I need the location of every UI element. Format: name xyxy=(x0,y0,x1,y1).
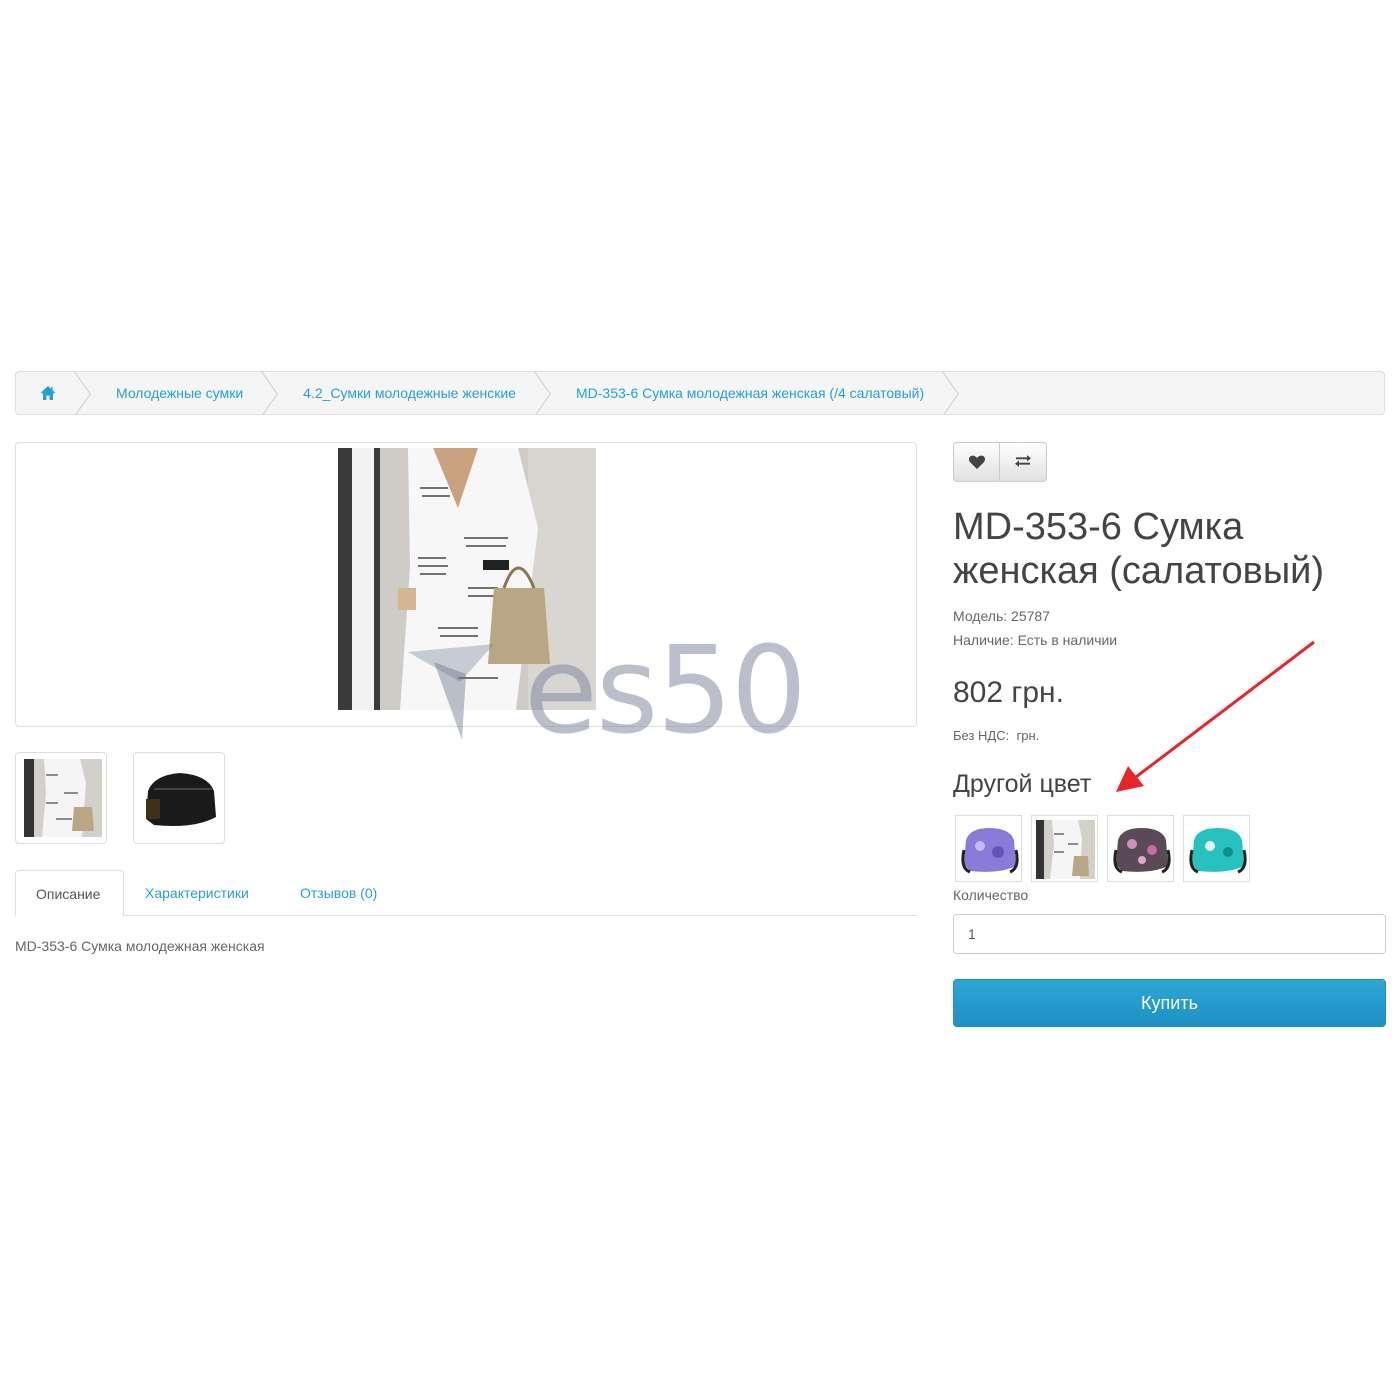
red-arrow-annotation xyxy=(1116,640,1315,792)
price-ex-tax: Без НДС: грн. xyxy=(953,728,1039,743)
tab-description[interactable]: Описание xyxy=(15,870,124,917)
product-tabs: Описание Характеристики Отзывов (0) xyxy=(15,870,917,917)
exchange-icon xyxy=(1015,455,1031,467)
product-action-buttons xyxy=(953,442,1047,482)
product-price: 802 грн. xyxy=(953,676,1064,709)
model-value: 25787 xyxy=(1011,608,1050,624)
quantity-label: Количество xyxy=(953,887,1029,903)
product-model: Модель: 25787 xyxy=(953,608,1050,624)
tab-specifications[interactable]: Характеристики xyxy=(125,870,269,916)
model-label: Модель: xyxy=(953,608,1008,624)
tax-label: Без НДС: xyxy=(953,728,1010,743)
breadcrumb-item-youth-women-bags[interactable]: 4.2_Сумки молодежные женские xyxy=(277,372,550,414)
color-swatch-purple[interactable] xyxy=(955,815,1022,882)
wishlist-button[interactable] xyxy=(953,442,1000,482)
color-swatch-pink[interactable] xyxy=(1107,815,1174,882)
breadcrumb: Молодежные сумки 4.2_Сумки молодежные же… xyxy=(15,371,1385,415)
quantity-input[interactable] xyxy=(953,914,1386,954)
other-color-heading: Другой цвет xyxy=(953,770,1092,798)
thumbnail-black-bag[interactable] xyxy=(133,752,225,844)
compare-button[interactable] xyxy=(1000,442,1047,482)
home-icon xyxy=(41,386,55,400)
availability-label: Наличие: xyxy=(953,632,1014,648)
watermark-text: es50 xyxy=(524,622,807,761)
heart-icon xyxy=(968,455,985,469)
color-swatch-turquoise[interactable] xyxy=(1183,815,1250,882)
color-swatch-dress[interactable] xyxy=(1031,815,1098,882)
product-availability: Наличие: Есть в наличии xyxy=(953,632,1117,648)
availability-value: Есть в наличии xyxy=(1017,632,1118,648)
thumbnail-dress[interactable] xyxy=(15,752,107,844)
tax-value: грн. xyxy=(1016,728,1040,743)
breadcrumb-home[interactable] xyxy=(16,372,90,414)
tab-reviews[interactable]: Отзывов (0) xyxy=(280,870,397,916)
breadcrumb-item-youth-bags[interactable]: Молодежные сумки xyxy=(90,372,277,414)
product-description: MD-353-6 Сумка молодежная женская xyxy=(15,938,265,954)
breadcrumb-item-product[interactable]: MD-353-6 Сумка молодежная женская (/4 са… xyxy=(550,372,958,414)
product-title: MD-353-6 Сумка женская (салатовый) xyxy=(953,506,1325,592)
buy-button[interactable]: Купить xyxy=(953,979,1386,1027)
